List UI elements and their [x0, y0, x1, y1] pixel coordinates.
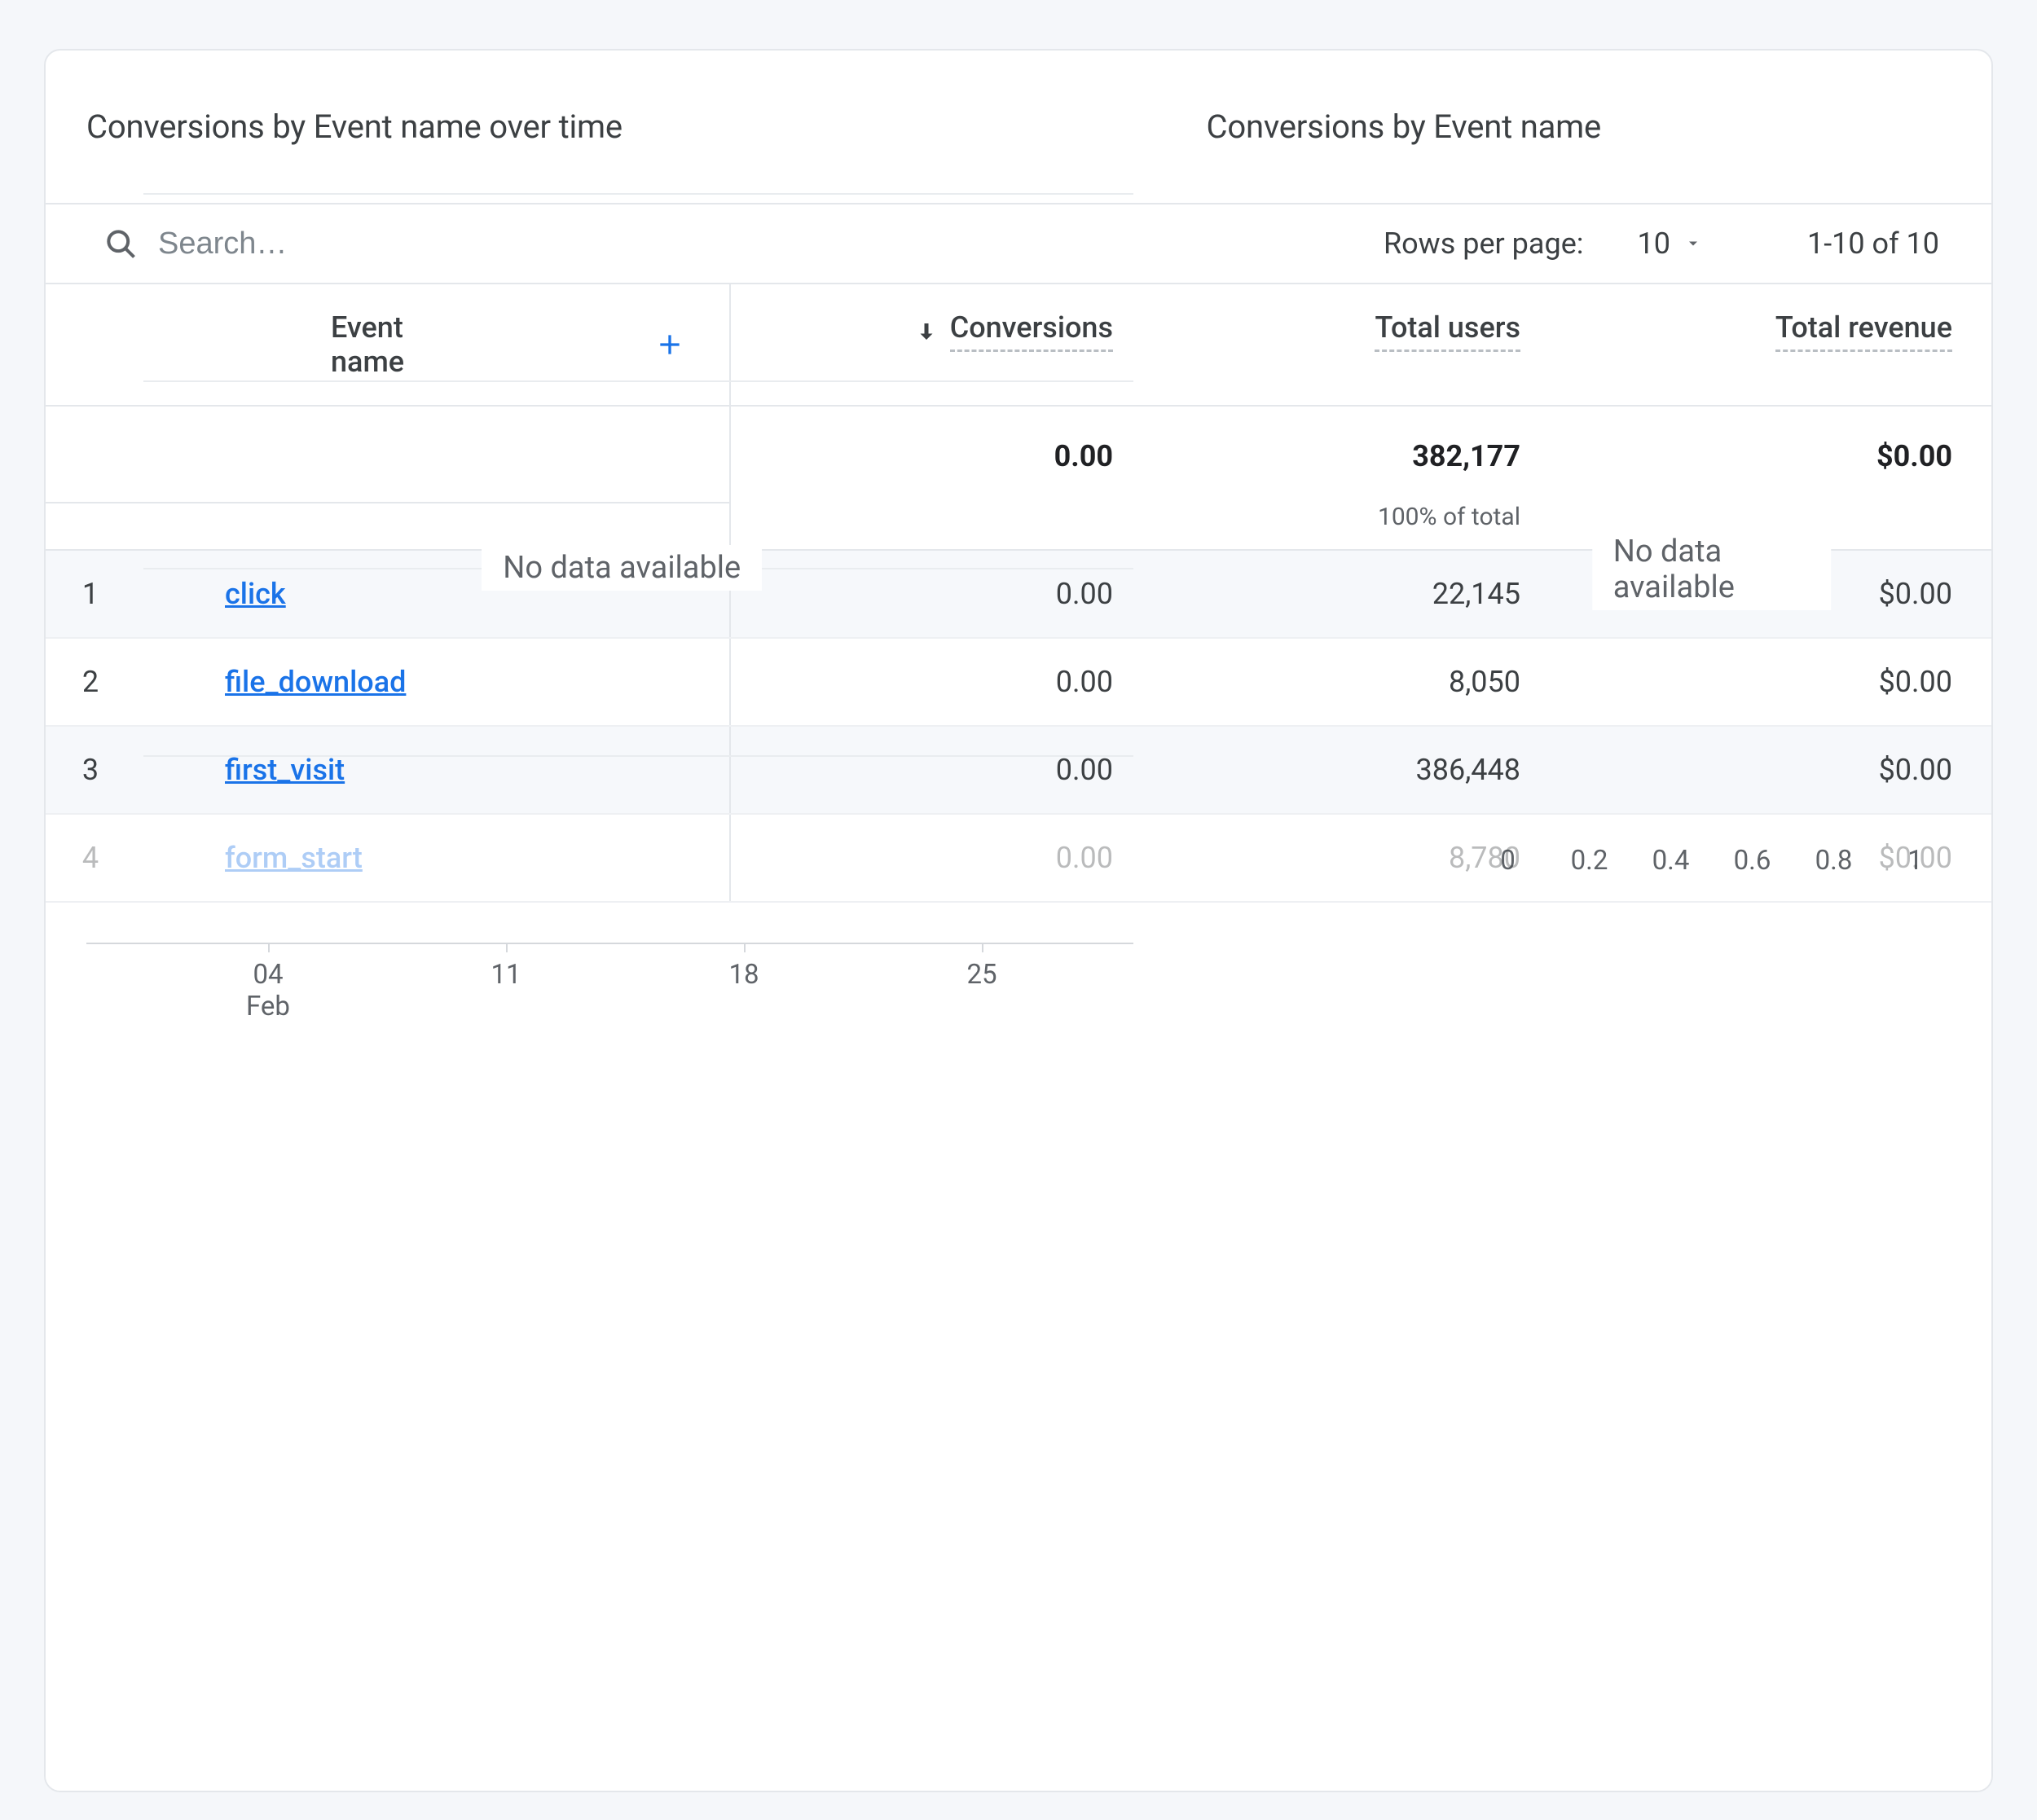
event-link[interactable]: file_download [225, 665, 406, 699]
gridline [143, 755, 1133, 757]
summary-total-revenue: $0.00 [1561, 406, 1993, 503]
report-card: Conversions by Event name over time 04Fe… [44, 49, 1993, 1792]
row-index: 3 [46, 726, 192, 814]
summary-total-users-note: 100% of total [1154, 503, 1561, 550]
row-index: 2 [46, 638, 192, 726]
table-toolbar: Rows per page: 10 1-10 of 10 [46, 204, 1991, 283]
table-row: 4 form_start 0.00 8,780 $0.00 [46, 814, 1993, 902]
col-index [46, 284, 192, 406]
cell-total-users: 22,145 [1154, 550, 1561, 638]
x-tick-label: 04Feb [246, 959, 290, 1022]
chart-conversions-by-event: Conversions by Event name 0 0.2 0.4 0.6 … [1207, 108, 1951, 178]
search-icon[interactable] [103, 226, 139, 262]
x-axis [86, 943, 1133, 944]
chart-conversions-over-time: Conversions by Event name over time 04Fe… [86, 108, 1158, 178]
x-tick [506, 943, 508, 952]
x-tick-label: 11 [491, 959, 521, 991]
rows-per-page-value: 10 [1638, 226, 1670, 261]
cell-total-revenue: $0.00 [1561, 638, 1993, 726]
col-total-users[interactable]: Total users [1154, 284, 1561, 406]
charts-row: Conversions by Event name over time 04Fe… [46, 51, 1991, 203]
pagination-range: 1-10 of 10 [1807, 226, 1939, 261]
rows-per-page-select[interactable]: 10 [1638, 226, 1705, 261]
fade-mask [46, 1693, 1991, 1791]
table-row: 2 file_download 0.00 8,050 $0.00 [46, 638, 1993, 726]
row-index: 1 [46, 550, 192, 638]
event-link[interactable]: form_start [225, 841, 363, 875]
chart-title: Conversions by Event name over time [86, 108, 1158, 146]
x-tick [982, 943, 983, 952]
chevron-down-icon [1682, 235, 1705, 252]
event-link[interactable]: first_visit [225, 753, 345, 787]
cell-total-users: 8,050 [1154, 638, 1561, 726]
chart-title: Conversions by Event name [1207, 108, 1951, 146]
x-tick-label: 25 [966, 959, 997, 991]
summary-conversions: 0.00 [730, 406, 1154, 503]
cell-total-users: 8,780 [1154, 814, 1561, 902]
gridline [143, 193, 1133, 195]
cell-total-users: 386,448 [1154, 726, 1561, 814]
x-tick-label: 18 [728, 959, 759, 991]
cell-total-revenue: $0.00 [1561, 814, 1993, 902]
add-dimension-button[interactable] [650, 325, 689, 364]
cell-total-revenue: $0.00 [1561, 726, 1993, 814]
x-tick [268, 943, 270, 952]
col-conversions[interactable]: Conversions [730, 284, 1154, 406]
cell-conversions: 0.00 [730, 550, 1154, 638]
cell-conversions: 0.00 [730, 726, 1154, 814]
row-index: 4 [46, 814, 192, 902]
col-total-revenue[interactable]: Total revenue [1561, 284, 1993, 406]
x-tick [744, 943, 746, 952]
cell-conversions: 0.00 [730, 638, 1154, 726]
no-data-label: No data available [482, 545, 762, 591]
event-link[interactable]: click [225, 577, 286, 611]
sort-desc-icon [914, 319, 939, 344]
no-data-label: No data available [1592, 529, 1831, 610]
cell-conversions: 0.00 [730, 814, 1154, 902]
table-row: 3 first_visit 0.00 386,448 $0.00 [46, 726, 1993, 814]
col-event-name[interactable]: Event name [192, 284, 730, 406]
summary-total-users: 382,177 [1154, 406, 1561, 503]
search-input[interactable] [158, 226, 647, 262]
rows-per-page-label: Rows per page: [1384, 226, 1584, 261]
search-wrap [103, 226, 1354, 262]
